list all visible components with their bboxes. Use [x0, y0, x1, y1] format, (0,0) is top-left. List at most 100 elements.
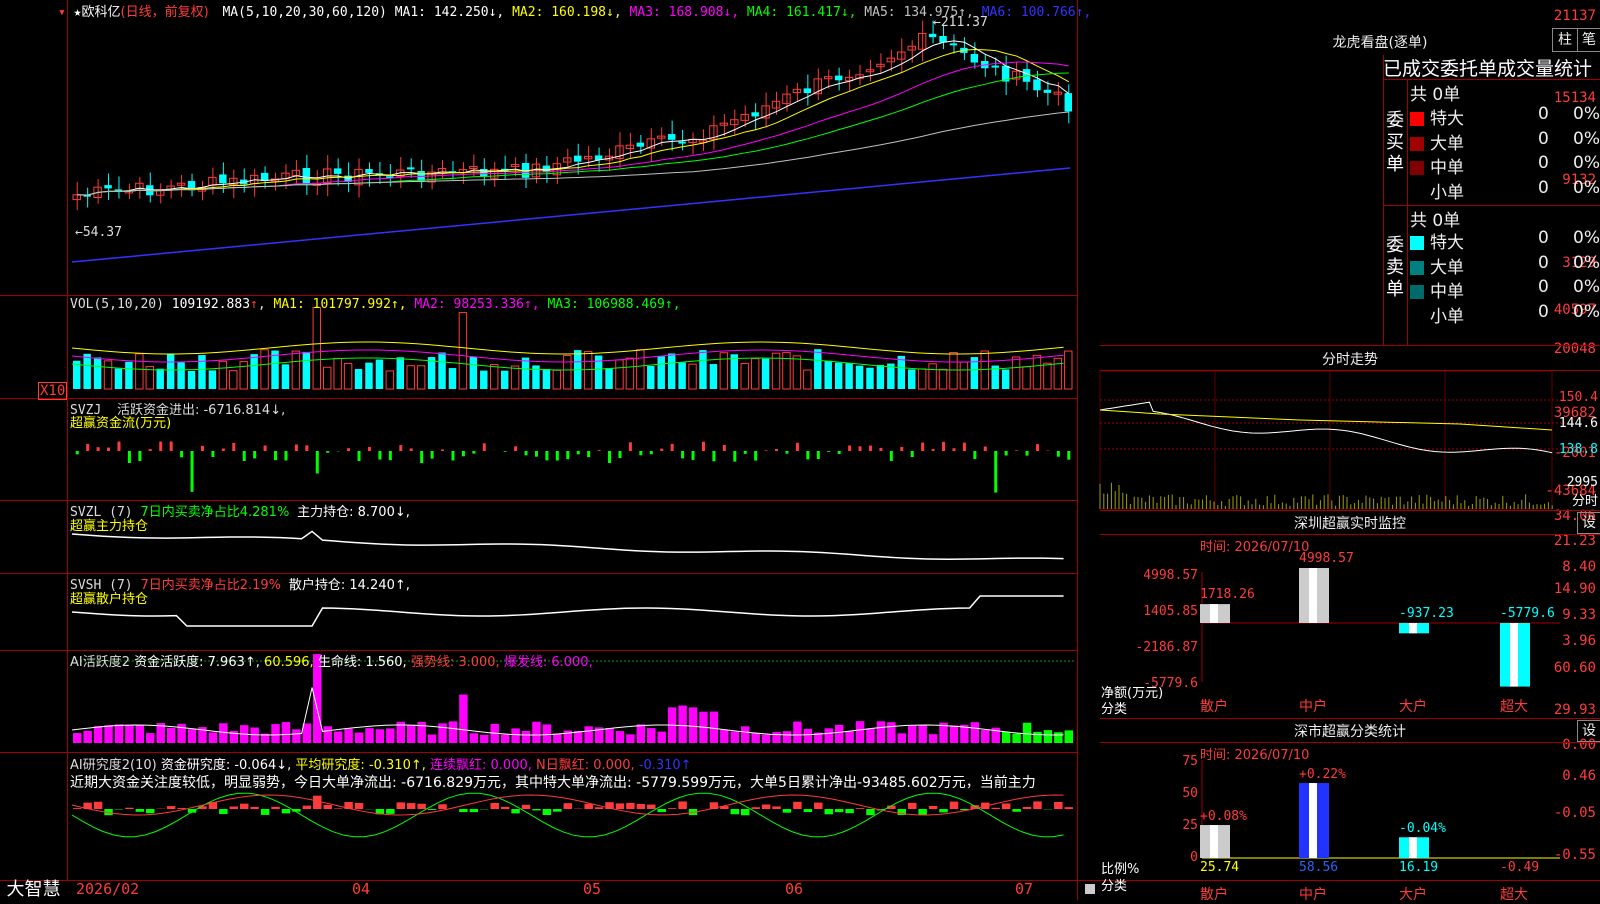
sc-bar-value: -0.49 [1500, 860, 1539, 875]
row-count: 0 [1538, 302, 1549, 322]
activity-bar [626, 734, 634, 743]
sc-bar-category: 散户 [1200, 884, 1228, 904]
research-bar [918, 809, 926, 815]
volume-bar [397, 357, 404, 389]
sc-axis-tick: 25 [1100, 818, 1198, 833]
research-bar [1002, 803, 1010, 809]
research-bar [553, 809, 561, 812]
activity-bar [1054, 732, 1062, 743]
color-swatch [1410, 186, 1424, 200]
collapse-icon[interactable]: ▾ [58, 5, 66, 20]
volume-bar [814, 349, 821, 389]
y-tick: -0.55 [1530, 847, 1600, 863]
volume-bar [501, 371, 508, 389]
intraday-tick: 144.6 [1559, 416, 1598, 431]
candle-down [678, 142, 685, 144]
x-tick: 05 [583, 880, 601, 898]
vol-ma-value-2: MA2: 98253.336↑, [407, 297, 540, 312]
activity-bar [344, 729, 352, 743]
activity-bar [720, 730, 728, 743]
activity-bar [793, 722, 801, 743]
sc-bar-highlight [1210, 825, 1218, 858]
research-bar [762, 805, 770, 809]
volume-bar [230, 371, 237, 389]
volume-bar [751, 359, 758, 389]
volume-bar [324, 367, 331, 389]
volume-bar [115, 369, 122, 389]
volume-bar [1054, 358, 1061, 389]
activity-bar [584, 726, 592, 743]
volume-bar [438, 352, 445, 389]
sz-axis-tick: 4998.57 [1100, 568, 1198, 583]
row-name: 中单 [1430, 282, 1464, 302]
research-bar [647, 805, 655, 809]
retail-holding-line [72, 596, 1064, 626]
activity-bar [303, 723, 311, 743]
row-name: 中单 [1430, 158, 1464, 178]
color-swatch [1410, 137, 1424, 151]
lock-icon[interactable] [1085, 884, 1095, 894]
activity-bar [209, 732, 217, 743]
activity-bar [73, 733, 81, 743]
sc-bar-value: 25.74 [1200, 860, 1239, 875]
volume-bar [376, 360, 383, 389]
vol-ma-line [72, 342, 1064, 354]
ma-value-1: MA1: 142.250↓, [395, 5, 505, 20]
row-name: 小单 [1430, 307, 1464, 327]
tick-view-button[interactable]: 笔 [1577, 28, 1600, 52]
activity-bar [762, 735, 770, 743]
volume-bar [1044, 363, 1051, 389]
row-name: 小单 [1430, 183, 1464, 203]
activity-bar [710, 712, 718, 743]
row-count: 0 [1538, 228, 1549, 248]
activity-bar [845, 731, 853, 743]
sc-bar-highlight [1309, 783, 1317, 858]
sz-settings-button[interactable]: 设 [1577, 512, 1600, 534]
candle-down [219, 174, 226, 183]
volume-bar [459, 313, 466, 389]
volume-bar [553, 370, 560, 389]
vol-ma-value-1: MA1: 101797.992↑, [274, 297, 407, 312]
sc-stats-title: 深市超赢分类统计 [1100, 721, 1600, 741]
research-bar [324, 805, 332, 809]
research-bar [219, 809, 227, 814]
candle-down [751, 112, 758, 116]
candle-down [929, 34, 936, 37]
research-bar [522, 805, 530, 809]
longhu-title: 龙虎看盘(逐单) [1300, 32, 1460, 52]
vol-scale-badge[interactable]: X10 [38, 382, 67, 400]
candle-down [1065, 93, 1072, 111]
sc-axis-tick: 75 [1100, 754, 1198, 769]
candle-down [334, 168, 341, 173]
research-bar [501, 807, 509, 809]
research-bar [1012, 809, 1020, 812]
volume-bar [522, 358, 529, 389]
candle-down [1044, 90, 1051, 93]
main-holding-line [72, 531, 1064, 559]
sc-bar-change: +0.08% [1200, 809, 1247, 824]
sz-bar-highlight [1510, 623, 1518, 687]
intraday-tick: 138.8 [1559, 442, 1598, 457]
research-bar [950, 802, 958, 809]
row-count: 0 [1538, 178, 1549, 198]
research-bar [751, 807, 759, 809]
sz-bar-category: 大户 [1399, 696, 1427, 716]
ai-active-header: AI活跃度2 资金活跃度: 7.963↑, 60.596, 生命线: 1.560… [70, 651, 593, 670]
row-count: 0 [1538, 277, 1549, 297]
row-pct: 0% [1573, 129, 1600, 149]
activity-bar [1044, 730, 1052, 743]
candle-down [971, 54, 978, 62]
sc-settings-button[interactable]: 设 [1577, 720, 1600, 742]
sz-bar-highlight [1210, 604, 1218, 623]
research-bar [1033, 801, 1041, 809]
activity-bar [689, 707, 697, 743]
column-view-button[interactable]: 柱 [1552, 28, 1578, 52]
y-tick: -0.05 [1530, 805, 1600, 821]
activity-bar [324, 726, 332, 743]
brand-logo: 大智慧 [0, 880, 67, 900]
activity-bar [449, 721, 457, 743]
y-tick: 0.46 [1530, 768, 1600, 784]
sc-bar-highlight [1409, 837, 1417, 858]
volume-bar [511, 366, 518, 389]
activity-bar [459, 695, 467, 743]
